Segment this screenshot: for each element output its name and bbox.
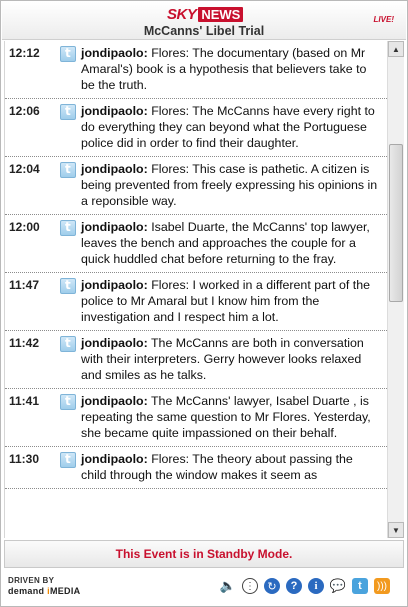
widget-header: SKY NEWS McCanns' Libel Trial LIVE! (2, 2, 406, 40)
twitter-icon (60, 46, 76, 62)
twitter-icon (60, 278, 76, 294)
scroll-up-button[interactable]: ▲ (388, 41, 404, 57)
widget-footer: DRIVEN BY demand iMEDIA 🔈 ⋮ ↻ ? i 💬 t ))… (2, 570, 406, 606)
entry-author[interactable]: jondipaolo: (81, 336, 148, 350)
options-icon[interactable]: ⋮ (242, 578, 258, 594)
rss-icon[interactable]: ))) (374, 578, 390, 594)
scroll-thumb[interactable] (389, 144, 403, 302)
entry-text: jondipaolo: Isabel Duarte, the McCanns' … (81, 218, 387, 267)
live-blog-widget: SKY NEWS McCanns' Libel Trial LIVE! 12:1… (0, 0, 408, 607)
entry-text: jondipaolo: Flores: The McCanns have eve… (81, 102, 387, 151)
sky-news-logo: SKY NEWS (167, 5, 244, 23)
brand-demand: demand (8, 586, 45, 596)
twitter-icon (60, 336, 76, 352)
live-badge: LIVE! (373, 15, 394, 24)
twitter-icon (60, 220, 76, 236)
feed-entry: 11:30 jondipaolo: Flores: The theory abou… (5, 447, 387, 489)
standby-status-bar: This Event is in Standby Mode. (4, 540, 404, 568)
toolbar: 🔈 ⋮ ↻ ? i 💬 t ))) (220, 578, 390, 594)
entry-time: 11:47 (9, 278, 40, 292)
refresh-icon[interactable]: ↻ (264, 578, 280, 594)
entry-time: 12:04 (9, 162, 40, 176)
entry-feed[interactable]: 12:12 jondipaolo: Flores: The documentary… (4, 41, 387, 538)
logo-news-text: NEWS (198, 6, 244, 22)
twitter-icon[interactable]: t (352, 578, 368, 594)
twitter-icon (60, 394, 76, 410)
entry-time: 12:12 (9, 46, 40, 60)
feed-entry: 11:41 jondipaolo: The McCanns' lawyer, Is… (5, 389, 387, 447)
logo-sky-text: SKY (167, 5, 197, 23)
help-icon[interactable]: ? (286, 578, 302, 594)
entry-author[interactable]: jondipaolo: (81, 104, 148, 118)
entry-time: 11:30 (9, 452, 40, 466)
entry-text: jondipaolo: The McCanns' lawyer, Isabel … (81, 392, 387, 441)
entry-time: 12:00 (9, 220, 40, 234)
entry-time: 11:42 (9, 336, 40, 350)
feed-entry: 11:42 jondipaolo: The McCanns are both in… (5, 331, 387, 389)
entry-author[interactable]: jondipaolo: (81, 162, 148, 176)
entry-author[interactable]: jondipaolo: (81, 220, 148, 234)
brand-media: MEDIA (49, 586, 81, 596)
feed-entry: 12:12 jondipaolo: Flores: The documentary… (5, 41, 387, 99)
entry-author[interactable]: jondipaolo: (81, 452, 148, 466)
entry-author[interactable]: jondipaolo: (81, 278, 148, 292)
feed-entry: 12:00 jondipaolo: Isabel Duarte, the McCa… (5, 215, 387, 273)
driven-by-label: DRIVEN BY (8, 576, 55, 585)
entry-text: jondipaolo: Flores: This case is patheti… (81, 160, 387, 209)
speaker-icon[interactable]: 🔈 (220, 578, 236, 594)
entry-author[interactable]: jondipaolo: (81, 46, 148, 60)
feed-scrollbar[interactable]: ▲ ▼ (387, 41, 404, 538)
chat-icon[interactable]: 💬 (330, 578, 346, 594)
driven-by-logo[interactable]: DRIVEN BY demand iMEDIA (8, 576, 80, 596)
info-icon[interactable]: i (308, 578, 324, 594)
entry-text: jondipaolo: Flores: The theory about pas… (81, 450, 387, 483)
demandi-media-brand: demand iMEDIA (8, 586, 80, 596)
standby-text: This Event is in Standby Mode. (115, 547, 293, 561)
entry-time: 12:06 (9, 104, 40, 118)
feed-entry: 12:06 jondipaolo: Flores: The McCanns hav… (5, 99, 387, 157)
feed-entry: 12:04 jondipaolo: Flores: This case is pa… (5, 157, 387, 215)
twitter-icon (60, 162, 76, 178)
event-title: McCanns' Libel Trial (143, 24, 265, 38)
twitter-icon (60, 452, 76, 468)
entry-text: jondipaolo: The McCanns are both in conv… (81, 334, 387, 383)
entry-time: 11:41 (9, 394, 40, 408)
scroll-down-button[interactable]: ▼ (388, 522, 404, 538)
entry-text: jondipaolo: Flores: The documentary (bas… (81, 44, 387, 93)
entry-text: jondipaolo: Flores: I worked in a differ… (81, 276, 387, 325)
twitter-icon (60, 104, 76, 120)
feed-entry: 11:47 jondipaolo: Flores: I worked in a d… (5, 273, 387, 331)
entry-author[interactable]: jondipaolo: (81, 394, 148, 408)
